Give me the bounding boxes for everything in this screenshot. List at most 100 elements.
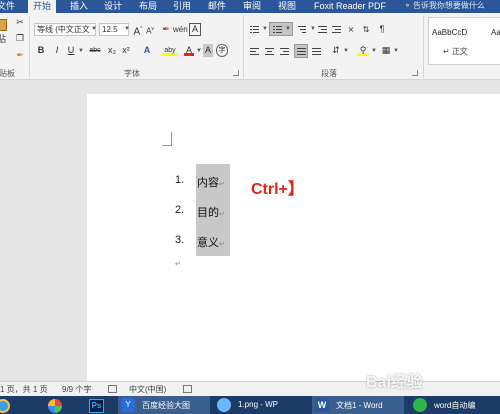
paragraph-end-mark: ↵	[175, 261, 181, 268]
phonetic-guide-button[interactable]: wén	[173, 23, 188, 36]
page-count[interactable]: 1 页，共 1 页	[0, 384, 48, 395]
character-border-button[interactable]: A	[189, 23, 201, 36]
tab-view[interactable]: 视图	[278, 0, 296, 13]
proofing-icon[interactable]	[108, 385, 117, 393]
character-shading-button[interactable]: A	[203, 44, 213, 57]
shortcut-annotation: Ctrl+】	[251, 181, 304, 198]
windows-taskbar: Ps Y 百度经验大图 1.png - WP W 文档1 - Word word…	[0, 396, 500, 414]
format-painter-button[interactable]: ✒	[15, 49, 25, 62]
underline-button[interactable]: U	[66, 44, 76, 57]
list-item-text[interactable]: 内容↵	[197, 174, 225, 190]
borders-icon: ▦	[381, 45, 391, 55]
strikethrough-button[interactable]: abc	[87, 44, 103, 57]
shading-button[interactable]: ⚲	[357, 44, 369, 56]
pilcrow-icon: ¶	[379, 24, 385, 34]
taskbar-app[interactable]: Ps	[86, 396, 108, 414]
taskbar-app[interactable]: W 文档1 - Word	[312, 396, 404, 414]
borders-button[interactable]: ▦	[380, 44, 392, 57]
decrease-indent-icon[interactable]	[318, 25, 328, 34]
tab-layout[interactable]: 布局	[139, 0, 157, 13]
tab-foxit-reader-pdf[interactable]: Foxit Reader PDF	[314, 0, 386, 13]
tab-review[interactable]: 审阅	[243, 0, 261, 13]
superscript-button[interactable]: x²	[120, 44, 132, 57]
styles-gallery[interactable]: AaBbCcD ↵ 正文 Aa	[428, 17, 500, 65]
chevron-down-icon: ▼	[78, 48, 84, 54]
copy-button[interactable]: ❐	[15, 32, 25, 45]
bold-button[interactable]: B	[36, 44, 46, 57]
taskbar-app[interactable]	[44, 396, 68, 414]
sort-icon: ⇅	[362, 25, 370, 34]
increase-indent-icon[interactable]	[332, 25, 342, 34]
list-item-number: 2.	[175, 204, 185, 216]
distributed-icon[interactable]	[312, 47, 322, 56]
justify-button[interactable]	[294, 44, 308, 58]
chinese-layout-button[interactable]: ⨯	[345, 23, 357, 36]
tab-design[interactable]: 设计	[104, 0, 122, 13]
chevron-down-icon: ▼	[285, 26, 291, 32]
taskbar-app[interactable]: Y 百度经验大图	[118, 396, 210, 414]
line-spacing-button[interactable]: ⇵	[330, 44, 342, 57]
word-count[interactable]: 9/9 个字	[62, 384, 91, 395]
language-indicator[interactable]: 中文(中国)	[129, 384, 166, 395]
font-name-dropdown[interactable]: 等线 (中文正文	[34, 23, 96, 36]
word-icon: W	[315, 398, 329, 412]
status-bar: 1 页，共 1 页 9/9 个字 中文(中国)	[0, 381, 500, 396]
tell-me-search[interactable]: ⚬ 告诉我你想要做什么	[404, 0, 485, 13]
clear-formatting-button[interactable]: ✒	[160, 23, 172, 36]
multilevel-list-icon[interactable]	[298, 25, 308, 34]
line-spacing-icon: ⇵	[332, 45, 340, 55]
numbered-list-icon	[273, 25, 283, 34]
list-item-text[interactable]: 目的↵	[197, 204, 225, 220]
numbering-button[interactable]: ▼	[269, 22, 293, 36]
show-hide-marks-button[interactable]: ¶	[376, 23, 388, 36]
shrink-font-button[interactable]: Av	[145, 23, 155, 36]
chinese-layout-icon: ⨯	[347, 25, 355, 34]
photoshop-icon: Ps	[89, 399, 104, 413]
chevron-down-icon: ▼	[310, 26, 316, 32]
taskbar-app[interactable]: word自动编	[410, 396, 500, 414]
green-app-icon	[413, 398, 427, 412]
taskbar-app[interactable]	[0, 396, 20, 414]
font-dialog-launcher[interactable]	[233, 70, 239, 76]
ribbon: 贴 ✂ ❐ ✒ 贴板 等线 (中文正文 ▼ 12.5 ▼ A^ Av ✒ wén…	[0, 13, 500, 80]
align-center-icon[interactable]	[265, 47, 275, 56]
justify-icon	[297, 47, 307, 56]
pinwheel-icon	[48, 399, 62, 413]
list-item-number: 3.	[175, 234, 185, 246]
cut-button[interactable]: ✂	[15, 16, 25, 29]
group-divider	[243, 16, 244, 78]
photos-icon	[217, 398, 231, 412]
enclose-characters-button[interactable]: 字	[216, 44, 228, 57]
align-right-icon[interactable]	[280, 47, 290, 56]
font-color-button[interactable]: A	[184, 44, 194, 56]
group-divider	[29, 16, 30, 78]
tab-insert[interactable]: 插入	[70, 0, 88, 13]
chevron-down-icon: ▼	[262, 26, 268, 32]
tab-file[interactable]: 文件	[0, 0, 15, 13]
clear-format-icon: ✒	[162, 24, 170, 34]
macro-icon[interactable]	[183, 385, 192, 393]
paste-button[interactable]: 贴	[0, 17, 12, 44]
tab-mailings[interactable]: 邮件	[208, 0, 226, 13]
text-effects-button[interactable]: A	[141, 44, 153, 57]
paragraph-dialog-launcher[interactable]	[412, 70, 418, 76]
clipboard-group-label: 贴板	[0, 69, 15, 78]
italic-button[interactable]: I	[52, 44, 62, 57]
tab-references[interactable]: 引用	[173, 0, 191, 13]
list-item-text[interactable]: 意义↵	[197, 234, 225, 250]
taskbar-app[interactable]: 1.png - WP	[214, 396, 306, 414]
paint-bucket-icon: ⚲	[359, 45, 367, 55]
subscript-button[interactable]: x₂	[106, 44, 118, 57]
style-normal-name: ↵ 正文	[443, 47, 468, 56]
brush-icon: ✒	[16, 50, 24, 60]
margin-corner-mark	[162, 132, 172, 146]
tab-home[interactable]: 开始	[28, 0, 57, 13]
chevron-down-icon: ▼	[196, 48, 202, 54]
chevron-down-icon: ▼	[91, 26, 97, 32]
highlight-color-button[interactable]: aby	[162, 44, 178, 56]
align-left-icon[interactable]	[250, 47, 260, 56]
bullets-icon[interactable]	[250, 25, 260, 34]
sort-button[interactable]: ⇅	[360, 23, 372, 36]
grow-font-button[interactable]: A^	[133, 23, 143, 37]
document-page[interactable]: 1. 内容↵ 2. 目的↵ 3. 意义↵ ↵ Ctrl+】	[87, 94, 500, 394]
